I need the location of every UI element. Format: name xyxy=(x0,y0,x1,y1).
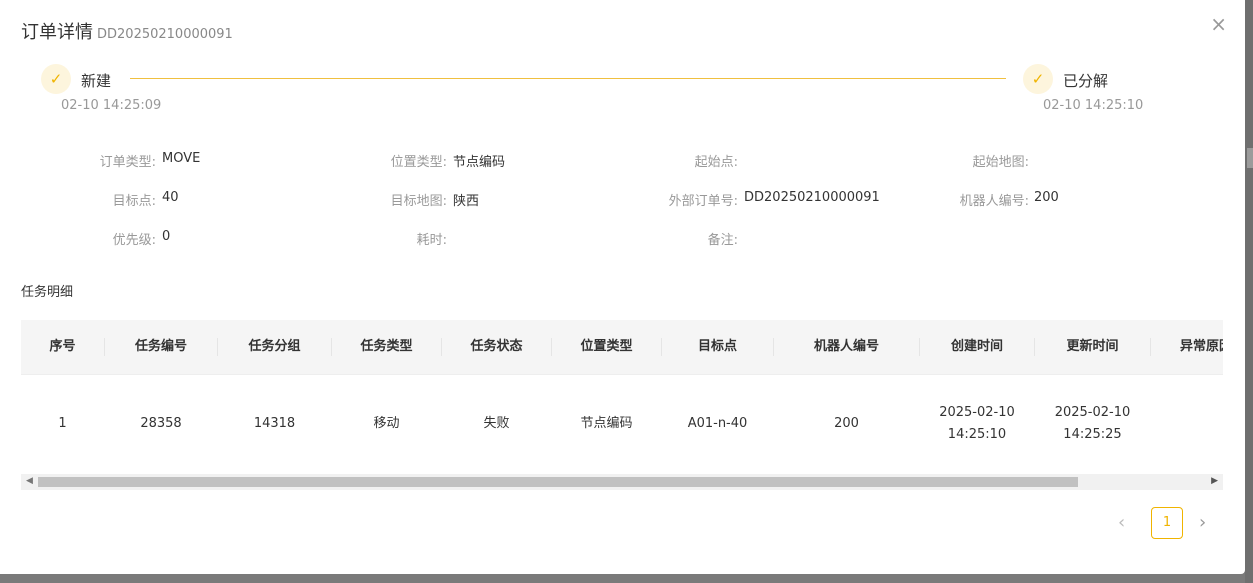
external-order-label: 外部订单号: xyxy=(668,194,738,209)
col-location-type: 位置类型 xyxy=(580,339,633,354)
col-task-status: 任务状态 xyxy=(470,339,523,354)
scrollbar-thumb[interactable] xyxy=(38,477,1078,487)
backdrop xyxy=(1245,0,1253,583)
cell-error-reason xyxy=(1151,375,1223,473)
col-error-reason: 异常原因 xyxy=(1179,339,1223,354)
start-point-label: 起始点: xyxy=(694,155,738,170)
order-type-label: 订单类型: xyxy=(99,155,156,170)
order-detail-modal: 订单详情 DD20250210000091 × ✓ 新建 02-10 14:25:… xyxy=(0,0,1245,574)
created-date: 2025-02-10 xyxy=(939,405,1015,420)
order-id: DD20250210000091 xyxy=(97,27,233,42)
table-header: 序号 任务编号 任务分组 任务类型 任务状态 位置类型 目标点 机器人编号 创建… xyxy=(21,320,1223,375)
cell-updated-time: 2025-02-10 14:25:25 xyxy=(1035,375,1150,473)
table-row: 1 28358 14318 移动 失败 节点编码 A01-n-40 200 20… xyxy=(21,375,1223,473)
col-task-type: 任务类型 xyxy=(360,339,413,354)
cell-location-type: 节点编码 xyxy=(580,416,633,431)
scroll-right-arrow-icon[interactable]: ▶ xyxy=(1211,476,1218,486)
task-table: 序号 任务编号 任务分组 任务类型 任务状态 位置类型 目标点 机器人编号 创建… xyxy=(21,320,1223,473)
target-point-label: 目标点: xyxy=(112,194,156,209)
prev-page-button[interactable]: ‹ xyxy=(1118,512,1125,533)
col-created-time: 创建时间 xyxy=(950,339,1003,354)
modal-header: 订单详情 DD20250210000091 xyxy=(21,18,233,44)
step-new-label: 新建 xyxy=(81,72,112,90)
col-target: 目标点 xyxy=(697,339,737,354)
remark-label: 备注: xyxy=(707,233,738,248)
close-icon[interactable]: × xyxy=(1210,12,1227,36)
cell-task-status: 失败 xyxy=(483,416,510,431)
step-new-check-icon: ✓ xyxy=(41,64,71,94)
cell-target: A01-n-40 xyxy=(687,416,748,431)
updated-date: 2025-02-10 xyxy=(1054,405,1131,420)
location-type-label: 位置类型: xyxy=(390,155,447,170)
created-time: 14:25:10 xyxy=(947,427,1007,442)
step-decomposed-label: 已分解 xyxy=(1063,72,1109,90)
target-map-value: 陕西 xyxy=(453,194,480,209)
step-connector-line xyxy=(130,78,1006,79)
target-point-value: 40 xyxy=(162,190,179,205)
next-page-button[interactable]: › xyxy=(1199,512,1206,533)
col-seq: 序号 xyxy=(49,339,76,354)
col-robot-no: 机器人编号 xyxy=(813,339,879,354)
cell-created-time: 2025-02-10 14:25:10 xyxy=(920,375,1034,473)
priority-value: 0 xyxy=(162,229,171,244)
col-task-no: 任务编号 xyxy=(134,339,187,354)
table-horizontal-scrollbar[interactable]: ◀ ▶ xyxy=(21,474,1223,490)
cell-task-type: 移动 xyxy=(373,416,400,431)
robot-no-value: 200 xyxy=(1034,190,1059,205)
step-decomposed-time: 02-10 14:25:10 xyxy=(1043,98,1144,113)
modal-title: 订单详情 xyxy=(21,22,93,43)
updated-time: 14:25:25 xyxy=(1063,427,1122,442)
task-detail-title: 任务明细 xyxy=(21,285,74,300)
cell-robot-no: 200 xyxy=(834,416,859,431)
col-updated-time: 更新时间 xyxy=(1066,339,1119,354)
location-type-value: 节点编码 xyxy=(453,155,506,170)
page-1-button[interactable]: 1 xyxy=(1151,507,1183,539)
cell-task-no: 28358 xyxy=(140,416,182,431)
target-map-label: 目标地图: xyxy=(390,194,447,209)
start-map-label: 起始地图: xyxy=(972,155,1029,170)
external-order-value: DD20250210000091 xyxy=(744,190,880,205)
order-type-value: MOVE xyxy=(162,151,201,166)
robot-no-label: 机器人编号: xyxy=(959,194,1029,209)
priority-label: 优先级: xyxy=(112,233,156,248)
col-task-group: 任务分组 xyxy=(248,339,301,354)
cell-task-group: 14318 xyxy=(253,416,296,431)
duration-label: 耗时: xyxy=(416,233,447,248)
scroll-left-arrow-icon[interactable]: ◀ xyxy=(26,476,33,486)
cell-seq: 1 xyxy=(58,416,67,431)
backdrop-scrollbar-thumb xyxy=(1247,148,1253,168)
step-decomposed-check-icon: ✓ xyxy=(1023,64,1053,94)
step-new-time: 02-10 14:25:09 xyxy=(61,98,162,113)
